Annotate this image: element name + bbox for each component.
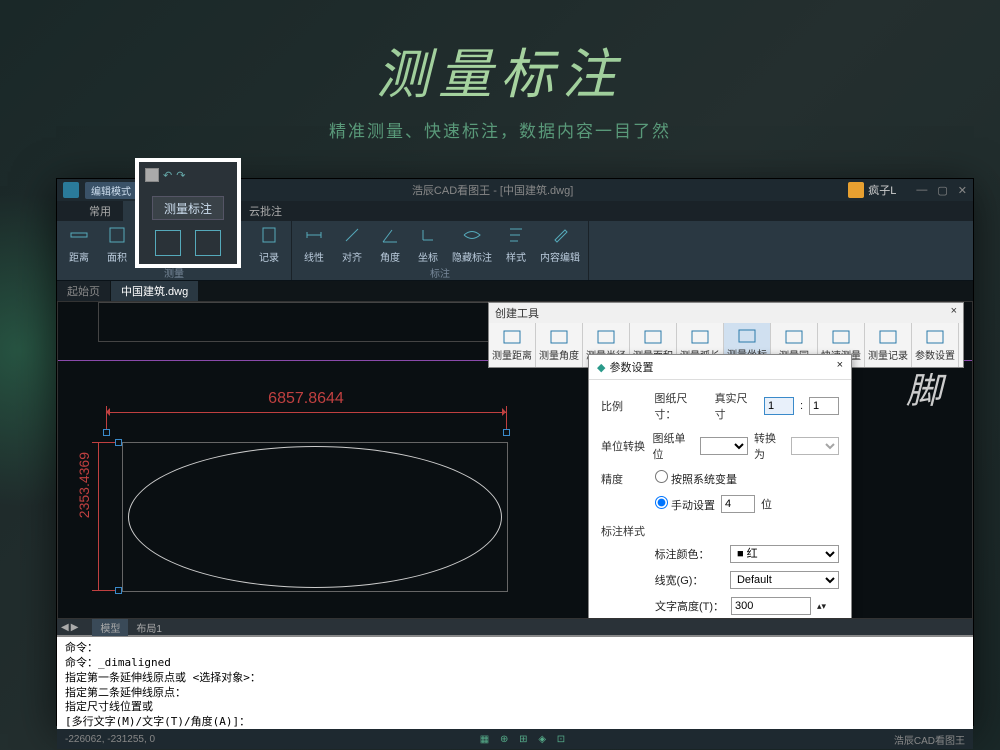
- style-section-label: 标注样式: [601, 523, 839, 539]
- command-line-entry: 命令：: [65, 641, 965, 656]
- ribbon-coord[interactable]: 坐标: [410, 223, 446, 264]
- unit-label: 单位转换: [601, 438, 647, 454]
- dialog-icon: ◆: [597, 362, 605, 374]
- grip-handle[interactable]: [115, 587, 122, 594]
- command-line-entry: [多行文字(M)/文字(T)/角度(A)]：: [65, 715, 965, 729]
- command-line-entry: 命令：_dimaligned: [65, 656, 965, 671]
- callout-square-icon: [145, 168, 159, 182]
- user-avatar-icon[interactable]: [848, 182, 864, 198]
- spinner-icon[interactable]: ▴▾: [817, 601, 826, 612]
- scale-input-2[interactable]: [809, 397, 839, 415]
- document-tabs: 起始页 中国建筑.dwg: [57, 281, 973, 301]
- command-line[interactable]: 命令：命令：_dimaligned指定第一条延伸线原点或 <选择对象>：指定第二…: [57, 635, 973, 729]
- scale-label: 比例: [601, 398, 648, 414]
- toolbar-title: 创建工具: [495, 305, 539, 321]
- grip-handle[interactable]: [115, 439, 122, 446]
- ribbon-angle-dim[interactable]: 角度: [372, 223, 408, 264]
- mode-button[interactable]: 编辑模式: [85, 182, 137, 199]
- scroll-right-icon[interactable]: ▶: [71, 622, 79, 633]
- app-logo-icon: [63, 182, 79, 198]
- layout-tab[interactable]: 布局1: [128, 619, 170, 636]
- ribbon-linear[interactable]: 线性: [296, 223, 332, 264]
- coords-readout: -226062, -231255, 0: [65, 734, 155, 745]
- tab-cloud[interactable]: 云批注: [237, 201, 294, 221]
- grip-handle[interactable]: [103, 429, 110, 436]
- doc-tab-file[interactable]: 中国建筑.dwg: [111, 281, 198, 301]
- undo-icon[interactable]: ↶: [163, 169, 172, 182]
- unit-select-from[interactable]: [700, 437, 748, 455]
- measure-tool-0[interactable]: 测量距离: [489, 323, 536, 367]
- ribbon-distance[interactable]: 距离: [61, 223, 97, 264]
- marketing-subtitle: 精准测量、快速标注，数据内容一目了然: [0, 117, 1000, 142]
- marketing-title: 测量标注: [0, 0, 1000, 109]
- ribbon-edit[interactable]: 内容编辑: [536, 223, 584, 264]
- measure-tool-8[interactable]: 测量记录: [865, 323, 912, 367]
- user-name[interactable]: 疯子L: [868, 182, 896, 198]
- model-tab[interactable]: 模型: [92, 619, 128, 636]
- toolbar-close-icon[interactable]: ×: [951, 305, 957, 321]
- precision-radio-system[interactable]: [655, 470, 668, 483]
- unit-select-to[interactable]: [791, 437, 839, 455]
- ribbon-area[interactable]: 面积: [99, 223, 135, 264]
- precision-input[interactable]: [721, 495, 755, 513]
- command-line-entry: 指定第一条延伸线原点或 <选择对象>：: [65, 671, 965, 686]
- window-title: 浩辰CAD看图王 - [中国建筑.dwg]: [137, 182, 848, 198]
- unit-b-label: 转换为: [754, 430, 785, 462]
- settings-dialog: ◆参数设置 × 比例 图纸尺寸： 真实尺寸 : 单位转换 图纸单位 转换为: [588, 354, 852, 619]
- doc-tab-start[interactable]: 起始页: [57, 281, 110, 301]
- product-name: 浩辰CAD看图王: [894, 732, 965, 747]
- ribbon-style[interactable]: 样式: [498, 223, 534, 264]
- precision-label: 精度: [601, 471, 649, 487]
- maximize-icon[interactable]: ▢: [937, 184, 947, 197]
- grip-handle[interactable]: [503, 429, 510, 436]
- color-label: 标注颜色：: [655, 546, 724, 562]
- callout-highlight: ↶ ↷ 测量标注: [135, 158, 241, 268]
- ribbon-group-label: 标注: [429, 264, 451, 281]
- callout-tool-icon[interactable]: [155, 230, 181, 256]
- dimension-horizontal-line[interactable]: [106, 412, 506, 413]
- dimension-horizontal-value: 6857.8644: [116, 390, 496, 408]
- unit-a-label: 图纸单位: [653, 430, 695, 462]
- redo-icon[interactable]: ↷: [176, 169, 185, 182]
- drawing-text: 脚: [906, 362, 942, 414]
- command-line-entry: 指定尺寸线位置或: [65, 700, 965, 715]
- drawing-canvas[interactable]: 6857.8644 2353.4369 脚 创建工具 × 测量距离测量角度测量半…: [57, 301, 973, 619]
- dimension-vertical-value: 2353.4369: [76, 452, 92, 518]
- color-select[interactable]: ■ 红: [730, 545, 839, 563]
- scroll-left-icon[interactable]: ◀: [61, 622, 69, 633]
- minimize-icon[interactable]: —: [916, 184, 927, 196]
- command-line-entry: 指定第二条延伸线原点：: [65, 686, 965, 701]
- textheight-label: 文字高度(T)：: [655, 598, 725, 614]
- scale-input-1[interactable]: [764, 397, 794, 415]
- callout-measure-button[interactable]: 测量标注: [152, 196, 224, 220]
- textheight-input[interactable]: [731, 597, 811, 615]
- measure-tool-1[interactable]: 测量角度: [536, 323, 583, 367]
- status-toggles[interactable]: ▦ ⊕ ⊞ ◈ ⊡: [480, 734, 569, 745]
- callout-tool-icon[interactable]: [195, 230, 221, 256]
- ribbon-hide[interactable]: 隐藏标注: [448, 223, 496, 264]
- lineweight-select[interactable]: Default: [730, 571, 839, 589]
- ribbon-group-annotate: 线性 对齐 角度 坐标 隐藏标注 样式 内容编辑 标注: [292, 221, 589, 280]
- precision-radio-manual[interactable]: [655, 496, 668, 509]
- scale-b-label: 真实尺寸: [715, 390, 758, 422]
- statusbar: -226062, -231255, 0 ▦ ⊕ ⊞ ◈ ⊡ 浩辰CAD看图王: [57, 729, 973, 749]
- close-icon[interactable]: ✕: [958, 184, 967, 197]
- dimension-vertical-line[interactable]: [98, 442, 99, 590]
- ribbon-record[interactable]: 记录: [251, 223, 287, 264]
- model-layout-tabs: ◀ ▶ 模型 布局1: [57, 619, 973, 635]
- dialog-close-icon[interactable]: ×: [837, 359, 843, 375]
- ellipse-shape[interactable]: [128, 446, 502, 588]
- dialog-title-text: 参数设置: [609, 362, 653, 374]
- lineweight-label: 线宽(G)：: [655, 572, 724, 588]
- tab-common[interactable]: 常用: [77, 201, 123, 221]
- ribbon-aligned[interactable]: 对齐: [334, 223, 370, 264]
- scale-a-label: 图纸尺寸：: [654, 390, 708, 422]
- measure-tool-9[interactable]: 参数设置: [912, 323, 959, 367]
